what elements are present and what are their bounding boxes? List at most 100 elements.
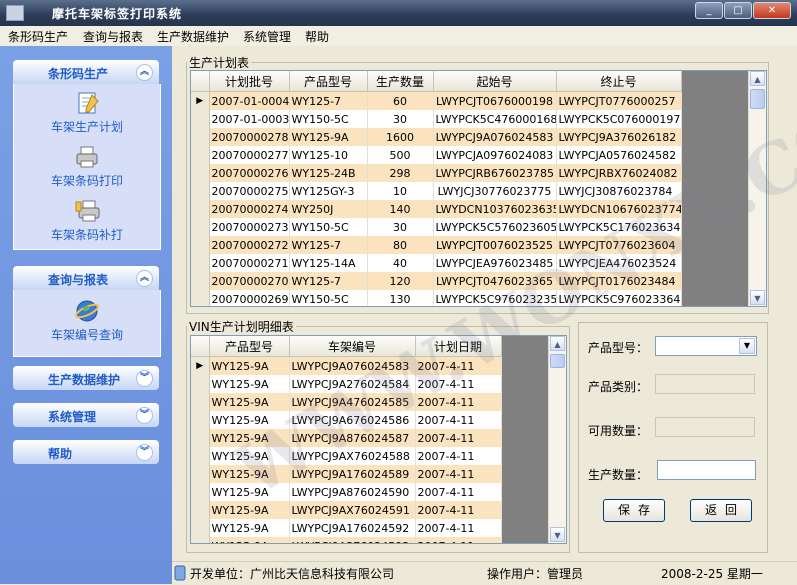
table-row[interactable]: 20070000271 WY125-14A 40 LWYPCJEA976023485 L… <box>191 254 682 272</box>
table-row[interactable]: WY125-9A LWYPCJ9A276024584 2007-4-11 <box>191 375 502 393</box>
row-indicator[interactable] <box>191 501 210 519</box>
maximize-button[interactable]: □ <box>724 2 752 19</box>
table-row[interactable]: WY125-9A LWYPCJ9A876024587 2007-4-11 <box>191 429 502 447</box>
column-header[interactable]: 起始号 <box>433 71 557 92</box>
save-button[interactable]: 保存 <box>603 499 665 522</box>
table-row[interactable]: WY125-9A LWYPCJ9AX76024588 2007-4-11 <box>191 447 502 465</box>
row-indicator[interactable] <box>191 110 210 128</box>
menu-barcode-production[interactable]: 条形码生产 <box>8 28 68 45</box>
row-indicator[interactable] <box>191 200 210 218</box>
table-row[interactable]: WY125-9A LWYPCJ9A676024586 2007-4-11 <box>191 411 502 429</box>
row-indicator[interactable] <box>191 164 210 182</box>
expand-chevron-icon[interactable]: ︾ <box>136 444 153 461</box>
column-header[interactable]: 车架编号 <box>289 336 416 357</box>
row-indicator[interactable] <box>191 290 210 306</box>
table-row[interactable]: 20070000276 WY125-24B 298 LWYPCJRB676023785… <box>191 164 682 182</box>
menu-query-report[interactable]: 查询与报表 <box>83 28 143 45</box>
table-row[interactable]: 2007-01-0003 WY150-5C 30 LWYPCK5C476000168 L… <box>191 110 682 128</box>
menu-data-maintenance[interactable]: 生产数据维护 <box>157 28 229 45</box>
panel-barcode-production[interactable]: 条形码生产 ︽ <box>13 60 159 84</box>
row-indicator[interactable] <box>191 236 210 254</box>
scroll-thumb[interactable] <box>550 354 565 368</box>
vin-grid[interactable]: 产品型号 车架编号 计划日期 ▶ WY125-9A LWYPCJ9A076024583 2… <box>190 335 567 544</box>
row-indicator[interactable] <box>191 146 210 164</box>
table-row[interactable]: 20070000270 WY125-7 120 LWYPCJT0476023365 LW… <box>191 272 682 290</box>
panel-data-maintenance[interactable]: 生产数据维护 ︾ <box>13 366 159 390</box>
row-indicator[interactable] <box>191 128 210 146</box>
scroll-up-arrow-icon[interactable]: ▲ <box>750 71 765 86</box>
current-row-arrow-icon[interactable]: ▶ <box>191 91 210 110</box>
menu-help[interactable]: 帮助 <box>305 28 329 45</box>
app-icon[interactable] <box>6 5 24 21</box>
row-indicator[interactable] <box>191 272 210 290</box>
row-indicator[interactable] <box>191 411 210 429</box>
scroll-down-arrow-icon[interactable]: ▼ <box>550 527 565 542</box>
close-button[interactable]: ✕ <box>753 2 791 19</box>
production-qty-input[interactable] <box>657 460 756 480</box>
task-frame-print[interactable]: 车架条码打印 <box>14 144 160 189</box>
date-label: 2008-2-25 星期一 <box>661 567 763 581</box>
table-cell: LWYDCN10376023635 <box>433 200 557 218</box>
column-header[interactable]: 产品型号 <box>209 336 290 357</box>
row-indicator[interactable] <box>191 447 210 465</box>
column-header[interactable]: 生产数量 <box>367 71 434 92</box>
collapse-chevron-icon[interactable]: ︽ <box>136 64 153 81</box>
row-indicator[interactable] <box>191 375 210 393</box>
table-row[interactable]: ▶ 2007-01-0004 WY125-7 60 LWYPCJT0676000198 L… <box>191 91 682 110</box>
table-row[interactable]: WY125-9A LWYPCJ9A176024589 2007-4-11 <box>191 465 502 483</box>
minimize-button[interactable]: _ <box>695 2 723 19</box>
table-row[interactable]: 20070000273 WY150-5C 30 LWYPCK5C576023605 LW… <box>191 218 682 236</box>
row-indicator[interactable] <box>191 182 210 200</box>
row-indicator[interactable] <box>191 218 210 236</box>
scroll-thumb[interactable] <box>750 89 765 109</box>
table-row[interactable]: WY125-9A LWYPCJ9A476024585 2007-4-11 <box>191 393 502 411</box>
table-row[interactable]: WY125-9A LWYPCJ9A876024590 2007-4-11 <box>191 483 502 501</box>
panel-help[interactable]: 帮助 ︾ <box>13 440 159 464</box>
column-header[interactable]: 终止号 <box>556 71 682 92</box>
table-row[interactable]: 20070000278 WY125-9A 1600 LWYPCJ9A076024583… <box>191 128 682 146</box>
table-row[interactable]: 20070000272 WY125-7 80 LWYPCJT0076023525 LWY… <box>191 236 682 254</box>
table-cell: WY125-14A <box>289 254 368 272</box>
table-row[interactable]: 20070000277 WY125-10 500 LWYPCJA0976024083 L… <box>191 146 682 164</box>
table-row[interactable]: ▶ WY125-9A LWYPCJ9A076024583 2007-4-11 <box>191 356 502 375</box>
row-indicator[interactable] <box>191 519 210 537</box>
table-cell: WY125-24B <box>289 164 368 182</box>
task-frame-number-query[interactable]: 车架编号查询 <box>14 298 160 343</box>
collapse-chevron-icon[interactable]: ︽ <box>136 270 153 287</box>
table-row[interactable]: WY125-9A LWYPCJ9A176024592 2007-4-11 <box>191 519 502 537</box>
row-indicator[interactable] <box>191 393 210 411</box>
plan-scrollbar[interactable]: ▲ ▼ <box>748 71 766 306</box>
row-indicator[interactable] <box>191 465 210 483</box>
row-indicator[interactable] <box>191 483 210 501</box>
scroll-up-arrow-icon[interactable]: ▲ <box>550 336 565 351</box>
expand-chevron-icon[interactable]: ︾ <box>136 407 153 424</box>
product-model-select[interactable]: ▼ <box>655 336 757 356</box>
table-cell: LWYPCJ9A176024592 <box>289 519 416 537</box>
table-cell: LWYJCJ30776023775 <box>433 182 557 200</box>
vin-scrollbar[interactable]: ▲ ▼ <box>548 336 566 543</box>
table-row[interactable]: WY125-9A LWYPCJ9AX76024591 2007-4-11 <box>191 501 502 519</box>
expand-chevron-icon[interactable]: ︾ <box>136 370 153 387</box>
column-header[interactable]: 计划日期 <box>415 336 502 357</box>
user-label: 操作用户：管理员 <box>487 567 584 581</box>
panel-query-report[interactable]: 查询与报表 ︽ <box>13 266 159 290</box>
table-row[interactable]: WY125-9ALWYPCJ9A3760245932007-4-11 <box>191 537 502 543</box>
printer-reprint-icon <box>75 200 100 222</box>
plan-grid[interactable]: 计划批号 产品型号 生产数量 起始号 终止号 ▶ 2007-01-0004 WY125-7 6… <box>190 70 767 307</box>
table-row[interactable]: 20070000269 WY150-5C 130 LWYPCK5C976023235 L… <box>191 290 682 306</box>
column-header[interactable]: 计划批号 <box>209 71 290 92</box>
dropdown-arrow-icon[interactable]: ▼ <box>739 338 755 354</box>
row-indicator[interactable] <box>191 537 210 543</box>
row-indicator[interactable] <box>191 254 210 272</box>
panel-system-admin[interactable]: 系统管理 ︾ <box>13 403 159 427</box>
current-row-arrow-icon[interactable]: ▶ <box>191 356 210 375</box>
table-row[interactable]: 20070000275 WY125GY-3 10 LWYJCJ30776023775 L… <box>191 182 682 200</box>
table-row[interactable]: 20070000274 WY250J 140 LWYDCN10376023635 LWY… <box>191 200 682 218</box>
column-header[interactable]: 产品型号 <box>289 71 368 92</box>
task-frame-plan[interactable]: 车架生产计划 <box>14 90 160 135</box>
task-frame-reprint[interactable]: 车架条码补打 <box>14 198 160 243</box>
menu-system-admin[interactable]: 系统管理 <box>243 28 291 45</box>
row-indicator[interactable] <box>191 429 210 447</box>
back-button[interactable]: 返回 <box>690 499 752 522</box>
scroll-down-arrow-icon[interactable]: ▼ <box>750 290 765 305</box>
